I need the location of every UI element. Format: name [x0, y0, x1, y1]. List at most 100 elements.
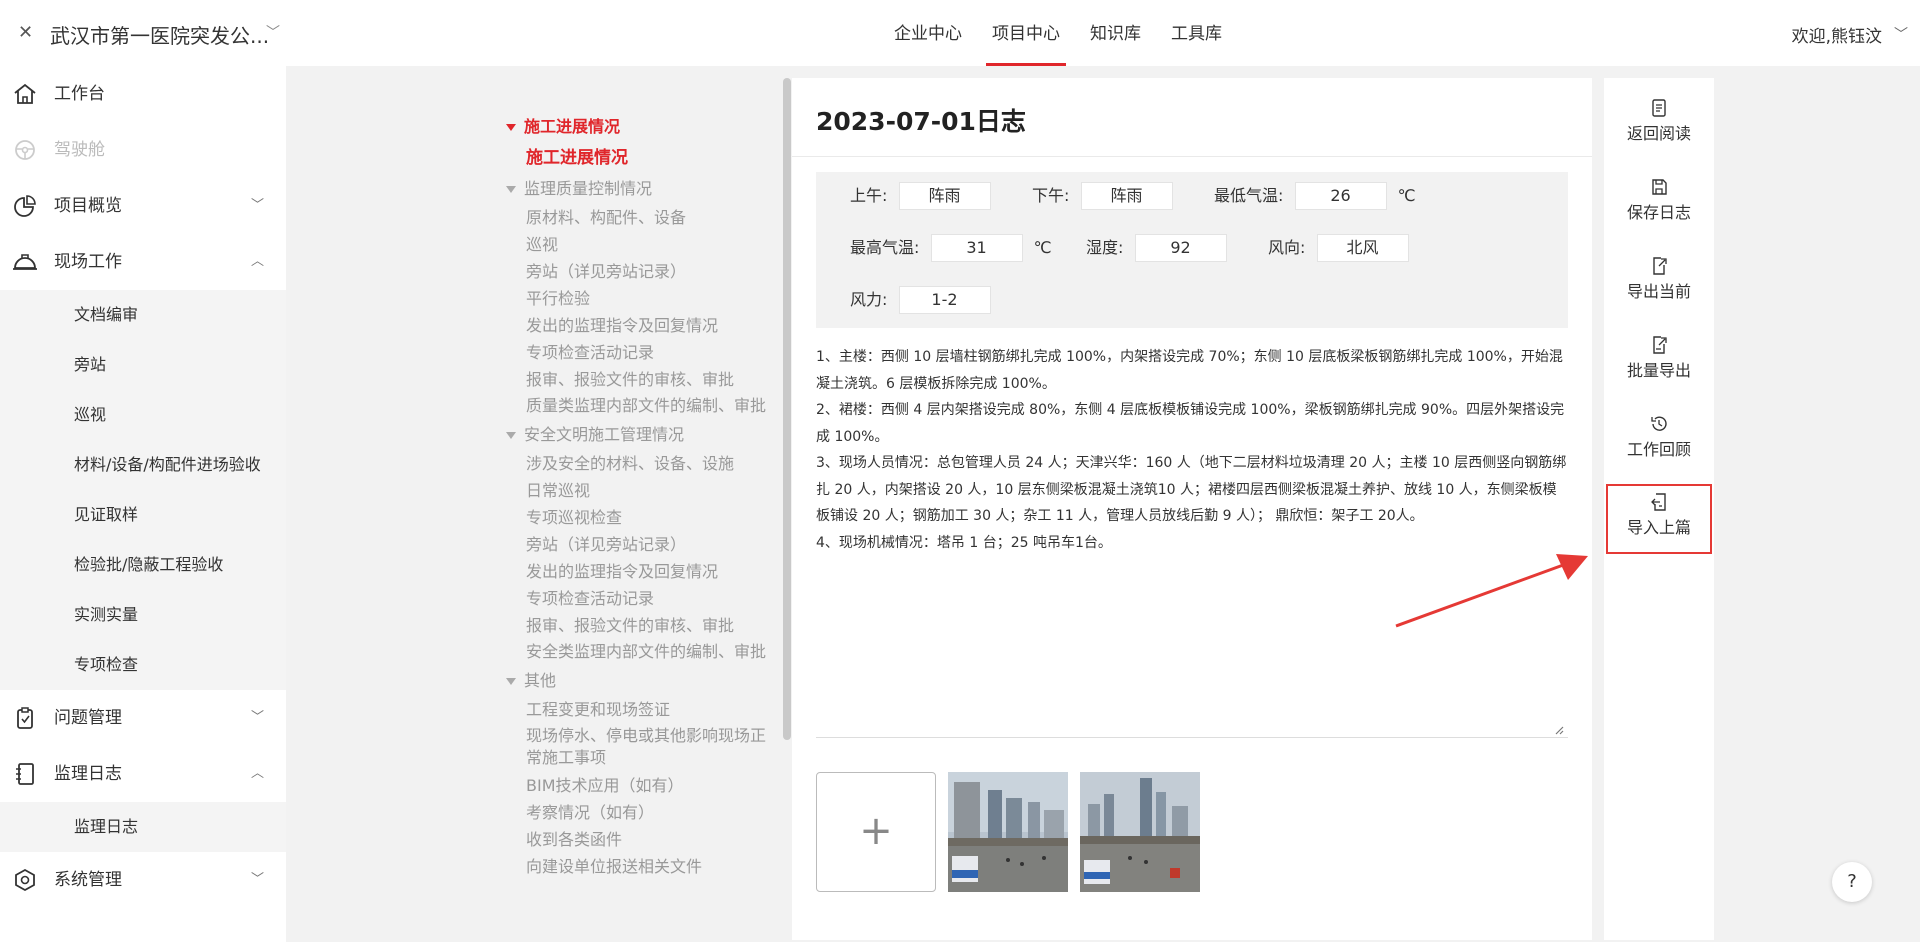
- outline-item[interactable]: 旁站（详见旁站记录）: [502, 531, 770, 558]
- outline-item[interactable]: 发出的监理指令及回复情况: [502, 312, 770, 339]
- close-icon[interactable]: ✕: [18, 22, 33, 43]
- outline-item[interactable]: 质量类监理内部文件的编制、审批: [502, 393, 770, 420]
- outline-section-quality-control[interactable]: 监理质量控制情况: [502, 174, 770, 204]
- sidebar-item-project-overview[interactable]: 项目概览 ﹀: [0, 178, 286, 234]
- outline-item[interactable]: 日常巡视: [502, 477, 770, 504]
- outline-section-other[interactable]: 其他: [502, 666, 770, 696]
- import-previous-button[interactable]: 导入上篇: [1606, 484, 1712, 554]
- home-icon: [14, 83, 36, 104]
- export-current-button[interactable]: 导出当前: [1604, 250, 1714, 318]
- min-temp-input[interactable]: 26: [1294, 182, 1387, 210]
- field-wind-direction: 风向: 北风: [1268, 234, 1409, 262]
- work-review-button[interactable]: 工作回顾: [1604, 408, 1714, 476]
- outline-item[interactable]: 专项巡视检查: [502, 504, 770, 531]
- sidebar-subitem-batch-acceptance[interactable]: 检验批/隐蔽工程验收: [0, 540, 286, 590]
- add-photo-button[interactable]: +: [816, 772, 936, 892]
- outline-item[interactable]: 安全类监理内部文件的编制、审批: [502, 639, 770, 666]
- sidebar-item-label: 现场工作: [54, 252, 122, 272]
- outline-item[interactable]: 工程变更和现场签证: [502, 696, 770, 723]
- outline-item[interactable]: 巡视: [502, 231, 770, 258]
- outline-item[interactable]: 发出的监理指令及回复情况: [502, 558, 770, 585]
- pie-chart-icon: [14, 195, 36, 217]
- sidebar-subitem-measurement[interactable]: 实测实量: [0, 590, 286, 640]
- field-work-submenu: 文档编审 旁站 巡视 材料/设备/构配件进场验收 见证取样 检验批/隐蔽工程验收…: [0, 290, 286, 690]
- action-label: 工作回顾: [1626, 440, 1691, 459]
- sidebar-item-system-management[interactable]: 系统管理 ﹀: [0, 852, 286, 908]
- outline-item[interactable]: 平行检验: [502, 285, 770, 312]
- wind-force-label: 风力:: [850, 290, 888, 309]
- action-toolbar: 返回阅读 保存日志 导出当前 批量导出 工作回顾 导入上篇: [1604, 78, 1714, 940]
- log-title: 2023-07-01日志: [816, 107, 1026, 136]
- sidebar-item-field-work[interactable]: 现场工作 ︿: [0, 234, 286, 290]
- wind-direction-label: 风向:: [1268, 238, 1306, 257]
- outline-item[interactable]: BIM技术应用（如有）: [502, 772, 770, 799]
- back-to-reading-button[interactable]: 返回阅读: [1604, 92, 1714, 160]
- nav-tool-library[interactable]: 工具库: [1169, 0, 1224, 66]
- annotation-arrow-icon: [1395, 554, 1588, 628]
- batch-export-icon: [1653, 336, 1667, 354]
- weather-form: 上午: 阵雨 下午: 阵雨 最低气温: 26 ℃ 最高气温: 31 ℃ 湿度: …: [816, 172, 1568, 328]
- outline-item[interactable]: 专项检查活动记录: [502, 339, 770, 366]
- outline-scrollbar[interactable]: [783, 78, 791, 740]
- am-weather-input[interactable]: 阵雨: [898, 182, 991, 210]
- outline-item[interactable]: 现场停水、停电或其他影响现场正常施工事项: [502, 723, 770, 772]
- am-weather-label: 上午:: [850, 186, 888, 205]
- sidebar-item-issue-management[interactable]: 问题管理 ﹀: [0, 690, 286, 746]
- wind-force-input[interactable]: 1-2: [898, 286, 991, 314]
- sidebar-subitem-witness-sampling[interactable]: 见证取样: [0, 490, 286, 540]
- chevron-down-icon[interactable]: ﹀: [1894, 24, 1908, 44]
- outline-item[interactable]: 收到各类函件: [502, 826, 770, 853]
- action-label: 批量导出: [1626, 361, 1691, 380]
- outline-section-safety-management[interactable]: 安全文明施工管理情况: [502, 420, 770, 450]
- nav-project-center[interactable]: 项目中心: [986, 0, 1066, 66]
- wind-direction-input[interactable]: 北风: [1316, 234, 1409, 262]
- field-humidity: 湿度: 92: [1086, 234, 1227, 262]
- outline-item[interactable]: 考察情况（如有）: [502, 799, 770, 826]
- sidebar-subitem-side-station[interactable]: 旁站: [0, 340, 286, 390]
- outline-section-construction-progress[interactable]: 施工进展情况: [502, 112, 770, 142]
- sidebar-subitem-special-check[interactable]: 专项检查: [0, 640, 286, 690]
- chevron-down-icon[interactable]: ﹀: [266, 22, 280, 42]
- resize-handle-icon[interactable]: [1554, 725, 1564, 735]
- user-welcome[interactable]: 欢迎,熊钰汶: [1792, 22, 1882, 47]
- sidebar-item-workbench[interactable]: 工作台: [0, 66, 286, 122]
- max-temp-input[interactable]: 31: [930, 234, 1023, 262]
- humidity-input[interactable]: 92: [1134, 234, 1227, 262]
- outline-item[interactable]: 报审、报验文件的审核、审批: [502, 612, 770, 639]
- batch-export-button[interactable]: 批量导出: [1604, 329, 1714, 397]
- sidebar-subitem-inspection[interactable]: 巡视: [0, 390, 286, 440]
- sidebar-item-label: 工作台: [54, 84, 105, 104]
- sidebar-item-supervision-log[interactable]: 监理日志 ︿: [0, 746, 286, 802]
- document-icon: [1652, 99, 1666, 117]
- outline-item[interactable]: 原材料、构配件、设备: [502, 204, 770, 231]
- nav-enterprise-center[interactable]: 企业中心: [892, 0, 964, 66]
- chevron-up-icon: ︿: [250, 766, 264, 781]
- sidebar-item-cockpit[interactable]: 驾驶舱: [0, 122, 286, 178]
- pm-weather-input[interactable]: 阵雨: [1080, 182, 1173, 210]
- sidebar-subitem-material-acceptance[interactable]: 材料/设备/构配件进场验收: [0, 440, 286, 490]
- max-temp-label: 最高气温:: [850, 238, 920, 257]
- help-button[interactable]: ?: [1832, 862, 1872, 902]
- clipboard-icon: [17, 707, 33, 729]
- outline-item[interactable]: 报审、报验文件的审核、审批: [502, 366, 770, 393]
- sidebar-item-label: 系统管理: [54, 870, 122, 890]
- sidebar-subitem-supervision-log[interactable]: 监理日志: [0, 802, 286, 852]
- outline-item[interactable]: 旁站（详见旁站记录）: [502, 258, 770, 285]
- sidebar-item-label: 项目概览: [54, 196, 122, 216]
- outline-item[interactable]: 施工进展情况: [502, 142, 770, 174]
- humidity-label: 湿度:: [1086, 238, 1124, 257]
- content-paragraph: 3、现场人员情况：总包管理人员 24 人；天津兴华：160 人（地下二层材料垃圾…: [816, 455, 1567, 524]
- project-title[interactable]: 武汉市第一医院突发公...: [50, 20, 269, 49]
- outline-item[interactable]: 专项检查活动记录: [502, 585, 770, 612]
- nav-knowledge-base[interactable]: 知识库: [1088, 0, 1143, 66]
- site-photo-thumbnail[interactable]: [1080, 772, 1200, 892]
- sidebar-subitem-document-review[interactable]: 文档编审: [0, 290, 286, 340]
- site-photo-thumbnail[interactable]: [948, 772, 1068, 892]
- save-log-button[interactable]: 保存日志: [1604, 171, 1714, 239]
- divider: [792, 156, 1592, 157]
- outline-item[interactable]: 涉及安全的材料、设备、设施: [502, 450, 770, 477]
- outline-item[interactable]: 向建设单位报送相关文件: [502, 853, 770, 880]
- field-min-temp: 最低气温: 26 ℃: [1214, 182, 1416, 210]
- settings-icon: [15, 868, 35, 892]
- sidebar-item-label: 监理日志: [54, 764, 122, 784]
